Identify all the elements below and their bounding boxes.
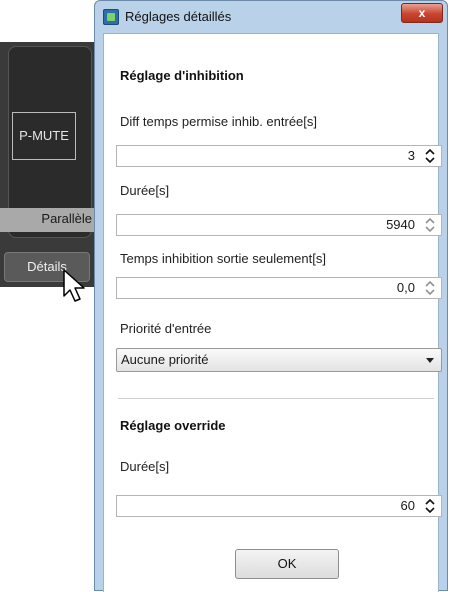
input-priority-select[interactable]: Aucune priorité <box>116 348 442 372</box>
chevron-down-icon <box>426 358 434 363</box>
output-only-time-label: Temps inhibition sortie seulement[s] <box>120 251 326 266</box>
override-duration-value: 60 <box>400 498 415 513</box>
ok-button[interactable]: OK <box>235 549 339 579</box>
output-only-time-stepper[interactable]: 0,0 <box>116 277 442 299</box>
app-icon <box>103 9 119 25</box>
override-duration-label: Durée[s] <box>120 459 170 474</box>
dialog-body: Réglage d'inhibition Diff temps permise … <box>103 33 442 592</box>
spin-arrows-icon[interactable] <box>425 149 435 163</box>
inhibition-heading: Réglage d'inhibition <box>120 68 244 83</box>
input-priority-value: Aucune priorité <box>121 352 209 367</box>
allowed-time-diff-stepper[interactable]: 3 <box>116 145 442 167</box>
allowed-time-diff-label: Diff temps permise inhib. entrée[s] <box>120 114 318 129</box>
dialog-title: Réglages détaillés <box>125 9 232 24</box>
spin-arrows-icon[interactable] <box>425 281 435 295</box>
mode-label: Parallèle <box>0 208 98 232</box>
input-priority-label: Priorité d'entrée <box>120 321 212 336</box>
duration-stepper[interactable]: 5940 <box>116 214 442 236</box>
close-button[interactable]: x <box>401 3 443 23</box>
settings-dialog: Réglages détaillés x Réglage d'inhibitio… <box>94 0 448 592</box>
allowed-time-diff-value: 3 <box>407 148 415 163</box>
section-divider <box>118 398 434 399</box>
mode-box: P-MUTE <box>12 112 76 160</box>
override-heading: Réglage override <box>120 418 226 433</box>
mouse-cursor-icon <box>63 269 85 302</box>
duration-label: Durée[s] <box>120 183 170 198</box>
output-only-time-value: 0,0 <box>396 280 415 295</box>
override-duration-stepper[interactable]: 60 <box>116 495 442 517</box>
title-bar[interactable]: Réglages détaillés x <box>95 1 447 33</box>
spin-arrows-icon[interactable] <box>425 218 435 232</box>
spin-arrows-icon[interactable] <box>425 499 435 513</box>
duration-value: 5940 <box>386 217 415 232</box>
